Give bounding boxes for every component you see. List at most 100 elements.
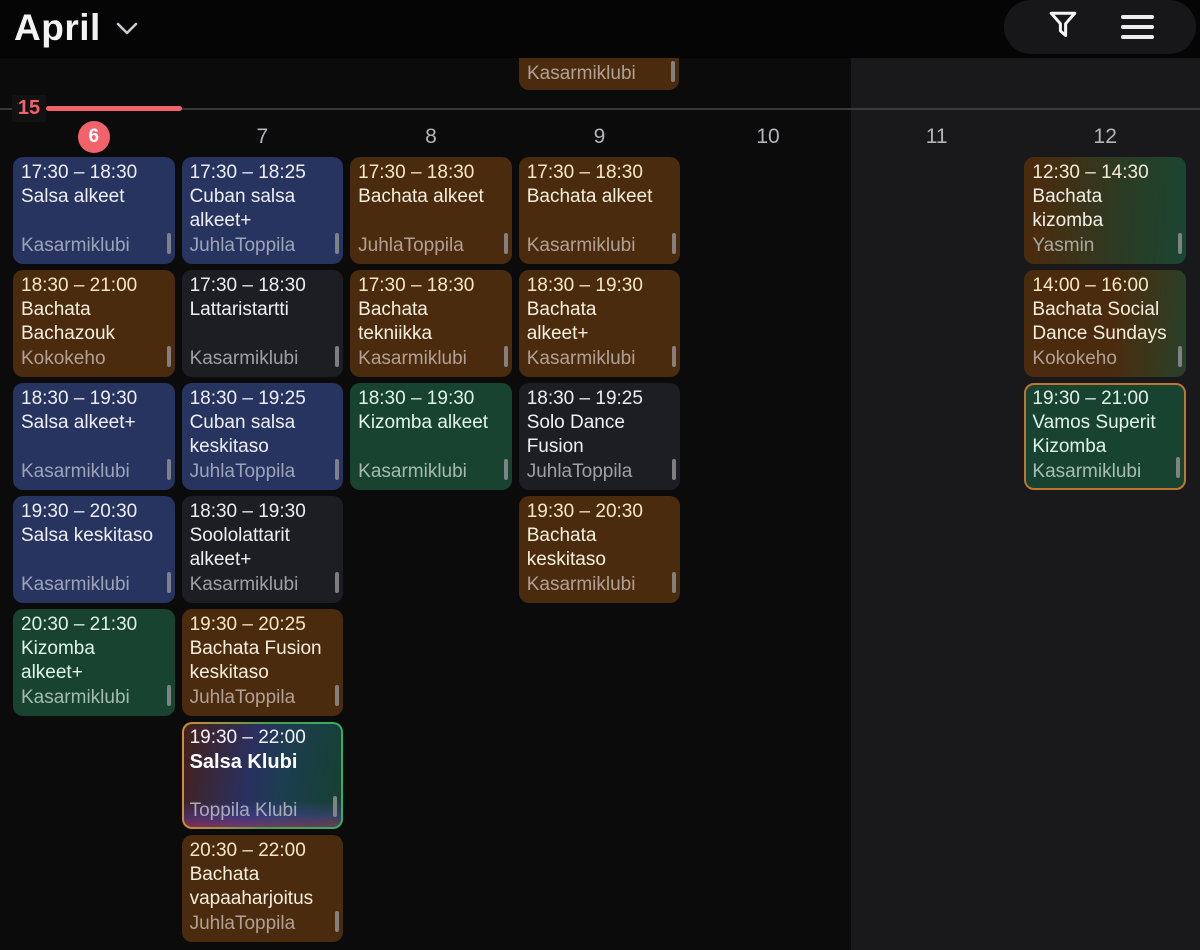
scroll-indicator: [504, 459, 508, 480]
event-card[interactable]: 14:00 – 16:00Bachata Social Dance Sunday…: [1024, 270, 1186, 377]
event-card[interactable]: 19:30 – 22:00Salsa KlubiToppila Klubi: [182, 722, 344, 829]
event-card[interactable]: 18:30 – 19:30Soololattarit alkeet+Kasarm…: [182, 496, 344, 603]
event-card[interactable]: 18:30 – 21:00Bachata BachazoukKokokeho: [13, 270, 175, 377]
event-title: Bachata tekniikka: [358, 298, 504, 346]
event-time: 17:30 – 18:30: [527, 161, 673, 185]
event-card[interactable]: 12:30 – 14:30Bachata kizombaYasmin: [1024, 157, 1186, 264]
event-card[interactable]: 17:30 – 18:30Bachata alkeet Kasarmiklubi: [519, 157, 681, 264]
event-card[interactable]: 19:30 – 20:30Salsa keskitasoKasarmiklubi: [13, 496, 175, 603]
scroll-indicator: [335, 911, 339, 932]
filter-icon[interactable]: [1046, 8, 1080, 47]
day-header-11[interactable]: 11: [856, 118, 1018, 156]
app-bar: April: [0, 0, 1200, 58]
event-time: 20:30 – 21:30: [21, 613, 167, 637]
event-time: 19:30 – 20:30: [527, 500, 673, 524]
event-time: 18:30 – 19:30: [21, 387, 167, 411]
event-location: Kasarmiklubi: [527, 234, 673, 258]
scroll-indicator: [167, 346, 171, 367]
scroll-indicator: [167, 459, 171, 480]
scroll-indicator: [335, 572, 339, 593]
day-header-6[interactable]: 6: [13, 118, 175, 156]
event-title: Vamos Superit Kizomba: [1032, 411, 1178, 459]
scroll-indicator: [333, 796, 337, 817]
event-card[interactable]: 18:30 – 19:25Cuban salsa keskitasoJuhlaT…: [182, 383, 344, 490]
week-progress-bar: [46, 106, 182, 111]
scroll-indicator: [1176, 457, 1180, 478]
event-time: 14:00 – 16:00: [1032, 274, 1178, 298]
hamburger-menu-icon[interactable]: [1121, 15, 1154, 39]
event-title: Bachata Fusion keskitaso: [190, 637, 336, 685]
event-card[interactable]: 17:30 – 18:30LattaristarttiKasarmiklubi: [182, 270, 344, 377]
event-card[interactable]: 20:30 – 21:30Kizomba alkeet+Kasarmiklubi: [13, 609, 175, 716]
chevron-down-icon: [115, 21, 139, 41]
event-title: Bachata alkeet: [527, 185, 673, 209]
month-selector[interactable]: April: [14, 2, 139, 54]
event-card[interactable]: 19:30 – 20:30Bachata keskitasoKasarmiklu…: [519, 496, 681, 603]
event-location: Yasmin: [1032, 234, 1178, 258]
events-grid: 17:30 – 18:30Salsa alkeetKasarmiklubi18:…: [13, 157, 1186, 942]
event-location: JuhlaToppila: [190, 686, 336, 710]
event-location: Kasarmiklubi: [358, 460, 504, 484]
day-header-10[interactable]: 10: [687, 118, 849, 156]
event-title: Bachata alkeet: [358, 185, 504, 209]
scroll-indicator: [672, 459, 676, 480]
event-card[interactable]: 19:30 – 20:25Bachata Fusion keskitasoJuh…: [182, 609, 344, 716]
event-title: Kizomba alkeet+: [21, 637, 167, 685]
day-header-7[interactable]: 7: [182, 118, 344, 156]
event-card[interactable]: 18:30 – 19:30Kizomba alkeetKasarmiklubi: [350, 383, 512, 490]
event-location: JuhlaToppila: [358, 234, 504, 258]
event-location: Kokokeho: [21, 347, 167, 371]
scroll-indicator: [1178, 346, 1182, 367]
event-location: Kasarmiklubi: [21, 573, 167, 597]
event-title: Bachata alkeet+: [527, 298, 673, 346]
event-location: Kasarmiklubi: [21, 460, 167, 484]
event-title: Kizomba alkeet: [358, 411, 504, 435]
event-time: 12:30 – 14:30: [1032, 161, 1178, 185]
event-location: Kasarmiklubi: [1032, 460, 1178, 484]
event-location: Kasarmiklubi: [358, 347, 504, 371]
scroll-indicator: [167, 572, 171, 593]
event-card[interactable]: 17:30 – 18:30Bachata tekniikkaKasarmiklu…: [350, 270, 512, 377]
event-time: 19:30 – 21:00: [1032, 387, 1178, 411]
event-card[interactable]: 20:30 – 22:00Bachata vapaaharjoitusJuhla…: [182, 835, 344, 942]
month-title: April: [14, 7, 101, 49]
event-card[interactable]: 17:30 – 18:30Salsa alkeetKasarmiklubi: [13, 157, 175, 264]
event-time: 18:30 – 19:30: [190, 500, 336, 524]
event-location: Kokokeho: [1032, 347, 1178, 371]
day-header-12[interactable]: 12: [1024, 118, 1186, 156]
event-time: 18:30 – 19:30: [527, 274, 673, 298]
scroll-indicator: [335, 233, 339, 254]
event-location: Kasarmiklubi: [527, 347, 673, 371]
scroll-indicator: [167, 685, 171, 706]
day-header-9[interactable]: 9: [519, 118, 681, 156]
event-card[interactable]: 18:30 – 19:30Bachata alkeet+Kasarmiklubi: [519, 270, 681, 377]
event-time: 19:30 – 20:25: [190, 613, 336, 637]
event-card[interactable]: 17:30 – 18:30Bachata alkeet JuhlaToppila: [350, 157, 512, 264]
event-time: 17:30 – 18:30: [358, 161, 504, 185]
event-location: JuhlaToppila: [527, 460, 673, 484]
week-number-badge: 15: [12, 95, 46, 122]
event-title: Salsa keskitaso: [21, 524, 167, 548]
event-card[interactable]: 19:30 – 21:00Vamos Superit KizombaKasarm…: [1024, 383, 1186, 490]
day-header-row: 6 789101112: [13, 118, 1186, 156]
event-card[interactable]: 18:30 – 19:30Salsa alkeet+Kasarmiklubi: [13, 383, 175, 490]
event-time: 18:30 – 19:25: [190, 387, 336, 411]
scroll-indicator: [1178, 233, 1182, 254]
scroll-indicator: [335, 685, 339, 706]
event-location: Kasarmiklubi: [190, 573, 336, 597]
event-time: 17:30 – 18:30: [21, 161, 167, 185]
scroll-indicator: [671, 61, 675, 82]
event-title: Lattaristartti: [190, 298, 336, 322]
event-title: Cuban salsa alkeet+: [190, 185, 336, 233]
event-time: 17:30 – 18:30: [190, 274, 336, 298]
event-location: JuhlaToppila: [190, 234, 336, 258]
event-location: Toppila Klubi: [190, 799, 336, 823]
event-card[interactable]: 17:30 – 18:25Cuban salsa alkeet+JuhlaTop…: [182, 157, 344, 264]
event-card[interactable]: 18:30 – 19:25Solo Dance FusionJuhlaToppi…: [519, 383, 681, 490]
event-time: 20:30 – 22:00: [190, 839, 336, 863]
scroll-indicator: [335, 346, 339, 367]
today-badge: 6: [78, 121, 110, 153]
day-header-8[interactable]: 8: [350, 118, 512, 156]
event-location: Kasarmiklubi: [527, 573, 673, 597]
event-time: 19:30 – 22:00: [190, 726, 336, 750]
